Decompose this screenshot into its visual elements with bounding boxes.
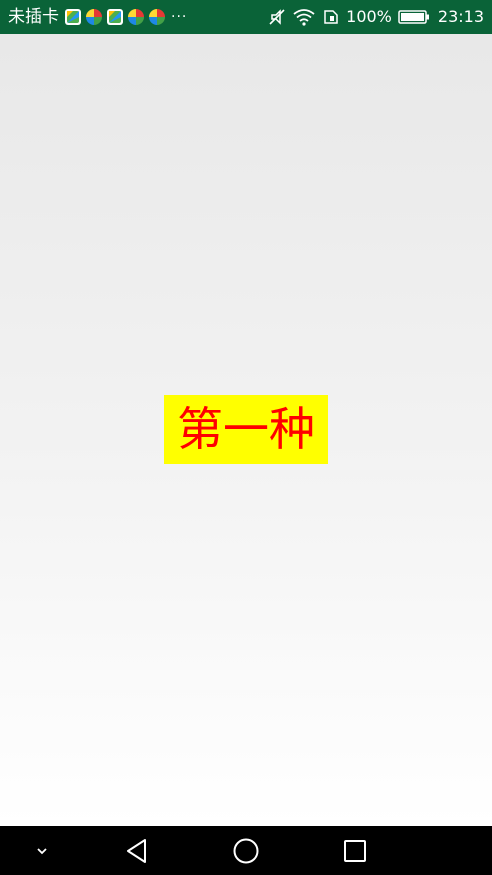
back-triangle-icon xyxy=(125,838,149,864)
mute-icon xyxy=(268,8,286,26)
app-pinwheel-icon xyxy=(85,8,103,26)
recents-square-icon xyxy=(343,839,367,863)
app-square-icon xyxy=(106,8,124,26)
carrier-text: 未插卡 xyxy=(8,7,59,27)
home-button[interactable] xyxy=(226,826,266,875)
highlighted-label: 第一种 xyxy=(164,395,328,464)
main-content: 第一种 xyxy=(0,34,492,826)
app-square-icon xyxy=(64,8,82,26)
battery-icon xyxy=(398,9,430,25)
navigation-bar xyxy=(0,826,492,875)
recents-button[interactable] xyxy=(335,826,375,875)
status-bar: 未插卡 ··· 100% 23:13 xyxy=(0,0,492,34)
status-left: 未插卡 ··· xyxy=(8,0,187,34)
wifi-icon xyxy=(292,8,316,26)
battery-percent: 100% xyxy=(346,7,392,26)
hide-keyboard-button[interactable] xyxy=(22,826,62,875)
chevron-down-icon xyxy=(35,846,49,856)
status-right: 100% 23:13 xyxy=(268,0,484,34)
more-notifications-indicator: ··· xyxy=(171,9,188,25)
home-circle-icon xyxy=(232,837,260,865)
app-pinwheel-icon xyxy=(148,8,166,26)
phone-screen: 未插卡 ··· 100% 23:13 第一种 xyxy=(0,0,492,875)
sim-icon xyxy=(322,8,340,26)
app-pinwheel-icon xyxy=(127,8,145,26)
clock: 23:13 xyxy=(437,7,484,26)
back-button[interactable] xyxy=(117,826,157,875)
